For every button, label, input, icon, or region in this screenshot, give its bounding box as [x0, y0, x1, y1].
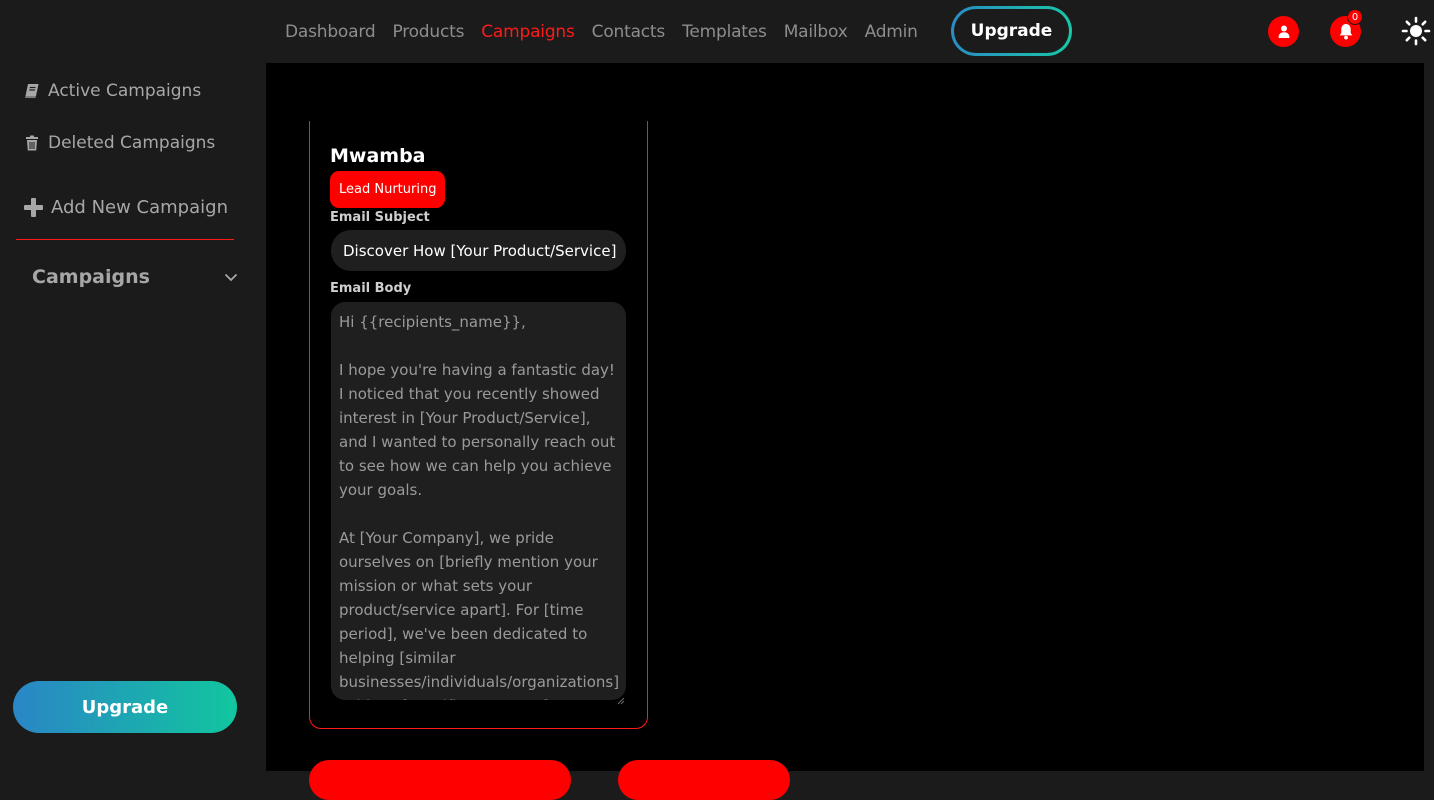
sidebar-item-deleted-campaigns[interactable]: Deleted Campaigns	[24, 133, 215, 153]
nav-dashboard[interactable]: Dashboard	[285, 22, 376, 42]
email-body-textarea[interactable]: Hi {{recipients_name}}, I hope you're ha…	[331, 302, 626, 700]
nav-contacts[interactable]: Contacts	[592, 22, 666, 42]
sidebar-item-active-campaigns[interactable]: Active Campaigns	[24, 81, 201, 101]
nav-admin[interactable]: Admin	[865, 22, 918, 42]
nav-campaigns[interactable]: Campaigns	[481, 22, 575, 42]
sidebar-item-add-new-campaign[interactable]: Add New Campaign	[24, 197, 228, 218]
sun-icon	[1401, 16, 1431, 46]
campaign-name: Mwamba	[330, 145, 426, 167]
campaign-type-badge: Lead Nurturing	[330, 171, 446, 208]
sidebar-divider	[16, 239, 234, 240]
nav-mailbox[interactable]: Mailbox	[784, 22, 848, 42]
bell-icon	[1338, 23, 1354, 40]
notification-count-badge: 0	[1347, 9, 1363, 25]
campaign-card: Mwamba Lead Nurturing Email Subject Disc…	[309, 121, 648, 729]
resize-handle-icon[interactable]	[617, 690, 625, 705]
email-body-label: Email Body	[330, 281, 412, 296]
secondary-action-button[interactable]	[618, 760, 790, 800]
chevron-down-icon	[224, 273, 238, 282]
main-content: Mwamba Lead Nurturing Email Subject Disc…	[266, 63, 1424, 800]
theme-toggle-button[interactable]	[1401, 16, 1431, 46]
sidebar-campaigns-toggle[interactable]: Campaigns	[32, 266, 238, 288]
page-scrollbar[interactable]	[1424, 63, 1434, 771]
nav-upgrade-label: Upgrade	[954, 9, 1069, 53]
email-subject-field[interactable]: Discover How [Your Product/Service]	[331, 230, 626, 271]
email-subject-label: Email Subject	[330, 210, 430, 225]
sidebar: Active Campaigns Deleted Campaigns Add N…	[0, 63, 266, 771]
sidebar-item-label: Deleted Campaigns	[48, 133, 216, 153]
nav-products[interactable]: Products	[392, 22, 464, 42]
primary-action-button[interactable]	[309, 760, 571, 800]
top-navbar: Dashboard Products Campaigns Contacts Te…	[0, 0, 1434, 63]
sidebar-upgrade-button[interactable]: Upgrade	[13, 681, 237, 733]
book-icon	[24, 83, 40, 99]
trash-icon	[24, 135, 40, 151]
nav-templates[interactable]: Templates	[682, 22, 767, 42]
sidebar-campaigns-label: Campaigns	[32, 266, 150, 288]
profile-button[interactable]	[1268, 16, 1299, 47]
plus-icon	[24, 198, 43, 217]
sidebar-item-label: Active Campaigns	[48, 81, 202, 101]
main-nav: Dashboard Products Campaigns Contacts Te…	[285, 0, 935, 63]
nav-upgrade-button[interactable]: Upgrade	[951, 6, 1072, 56]
sidebar-item-label: Add New Campaign	[51, 197, 228, 218]
user-icon	[1278, 25, 1290, 38]
